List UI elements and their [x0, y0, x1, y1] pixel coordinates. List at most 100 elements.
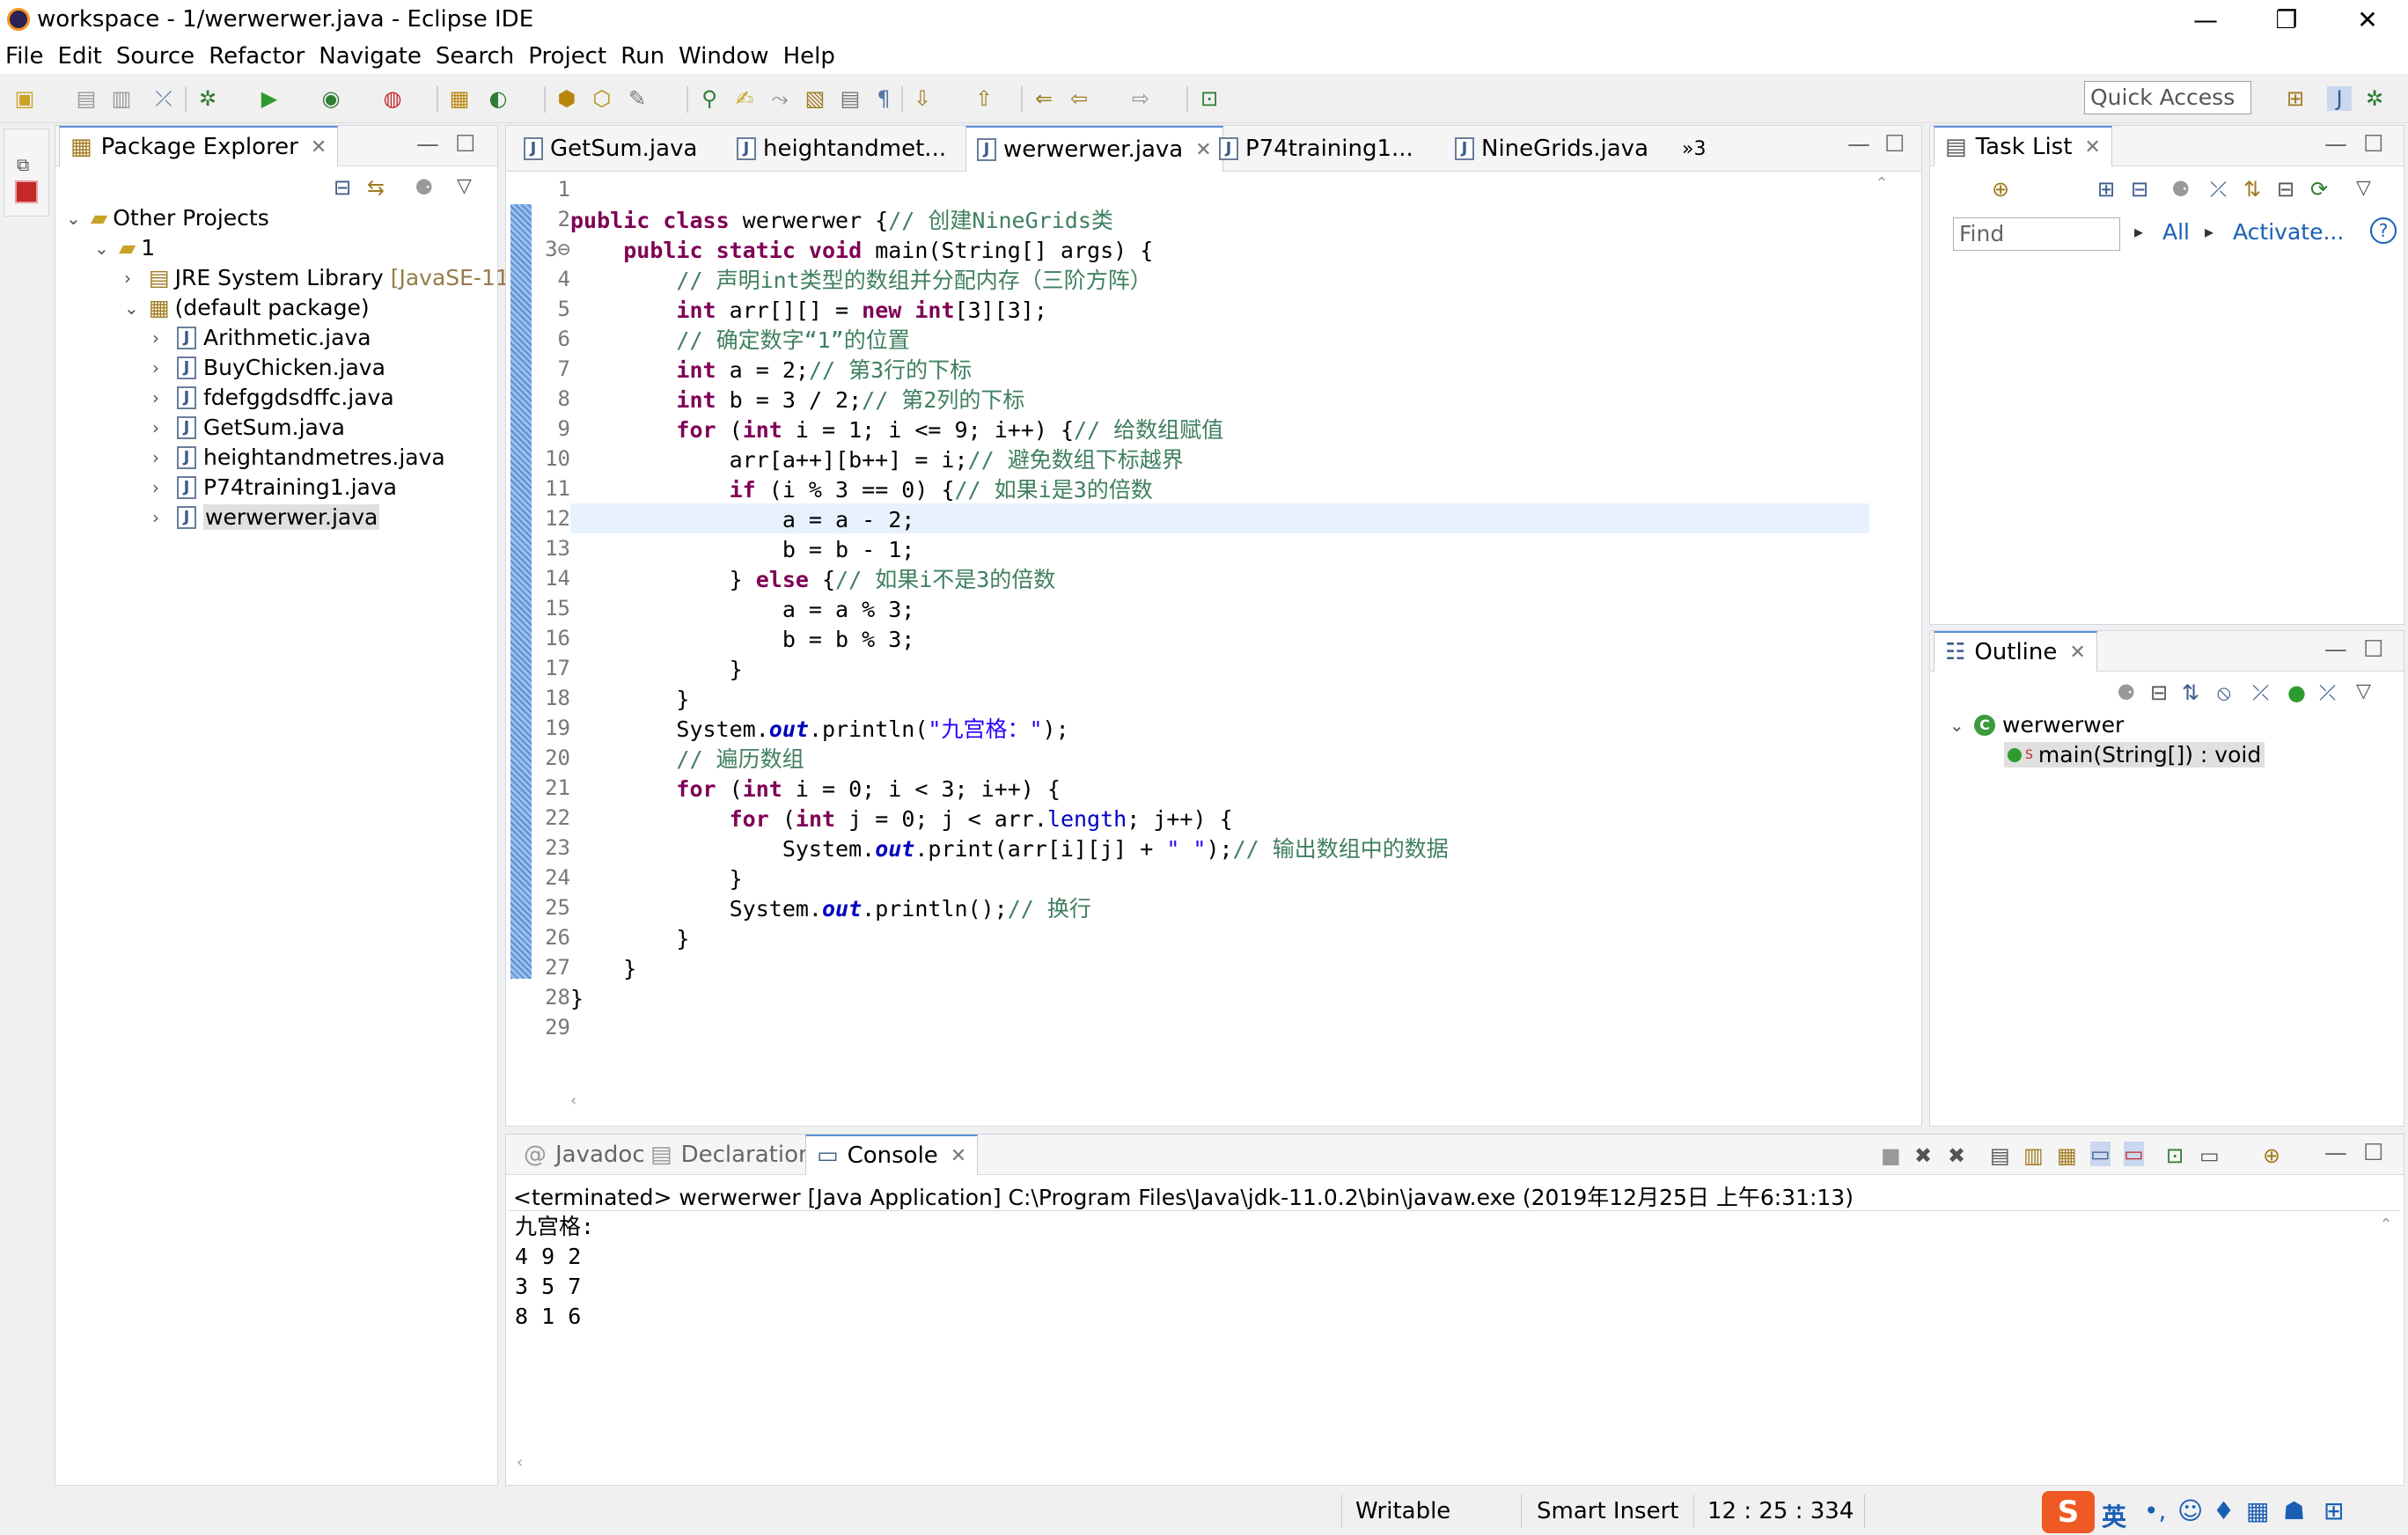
- minimize-view-icon[interactable]: —: [2324, 1140, 2347, 1166]
- sogou-ime-icon[interactable]: S: [2042, 1491, 2095, 1533]
- code-line[interactable]: for (int i = 1; i <= 9; i++) {// 给数组赋值: [570, 415, 1223, 445]
- clear-console-icon[interactable]: ▤: [1990, 1143, 2010, 1168]
- minimize-view-icon[interactable]: —: [416, 131, 439, 158]
- code-line[interactable]: }: [570, 864, 743, 894]
- pin-editor-icon[interactable]: ⊡: [1197, 86, 1222, 111]
- tab-ninegrids[interactable]: J NineGrids.java: [1444, 126, 1659, 172]
- code-line[interactable]: b = b - 1;: [570, 535, 915, 565]
- code-line[interactable]: // 遍历数组: [570, 745, 804, 775]
- run-icon[interactable]: ▶: [257, 86, 282, 111]
- coverage-icon[interactable]: ◉: [319, 86, 343, 111]
- maximize-view-icon[interactable]: ☐: [1884, 131, 1905, 158]
- horizontal-scrollbar[interactable]: ‹: [570, 1091, 1869, 1116]
- scheduled-icon[interactable]: ⊟: [2131, 177, 2148, 202]
- code-line[interactable]: b = b % 3;: [570, 625, 915, 655]
- code-line[interactable]: a = a - 2;: [570, 505, 915, 535]
- code-line[interactable]: }: [570, 655, 743, 685]
- menu-search[interactable]: Search: [436, 43, 514, 70]
- maximize-view-icon[interactable]: ☐: [2363, 1140, 2383, 1166]
- task-find-input[interactable]: Find: [1953, 217, 2120, 251]
- code-line[interactable]: System.out.print(arr[i][j] + " ");// 输出数…: [570, 834, 1449, 864]
- tab-outline[interactable]: ☷ Outline ✕: [1934, 631, 2097, 672]
- view-menu-icon[interactable]: ▽: [2356, 680, 2371, 702]
- tab-package-explorer[interactable]: ▦ Package Explorer ✕: [59, 126, 339, 166]
- code-line[interactable]: int arr[][] = new int[3][3];: [570, 296, 1046, 326]
- chevron-down-icon[interactable]: ⌄: [66, 208, 85, 229]
- chevron-right-icon[interactable]: ›: [152, 507, 172, 528]
- new-task-icon[interactable]: ⊕: [1992, 177, 2009, 202]
- code-line[interactable]: for (int j = 0; j < arr.length; j++) {: [570, 804, 1233, 834]
- pin-console-icon[interactable]: ⊡: [2166, 1143, 2184, 1168]
- punctuation-icon[interactable]: •,: [2144, 1496, 2166, 1525]
- maximize-view-icon[interactable]: ☐: [455, 131, 475, 158]
- hide-local-types-icon[interactable]: ⤫: [2319, 680, 2336, 705]
- show-on-error-icon[interactable]: ▭: [2124, 1142, 2144, 1166]
- chevron-right-icon[interactable]: ›: [152, 327, 172, 349]
- chevron-right-icon[interactable]: ›: [152, 387, 172, 408]
- tree-file-selected[interactable]: › Jwerwerwer.java: [152, 504, 380, 530]
- scroll-lock-icon[interactable]: ▥: [2023, 1143, 2044, 1168]
- code-line[interactable]: public static void main(String[] args) {: [570, 236, 1153, 266]
- minimize-view-icon[interactable]: —: [2324, 131, 2347, 158]
- open-type-icon[interactable]: ⬢: [554, 86, 579, 111]
- menu-run[interactable]: Run: [620, 43, 664, 70]
- debug-icon[interactable]: ✲: [195, 86, 220, 111]
- link-with-editor-icon[interactable]: ⇆: [367, 175, 385, 200]
- toolbox-icon[interactable]: ⊞: [2324, 1496, 2344, 1525]
- open-task-icon[interactable]: ⬡: [590, 86, 614, 111]
- tab-heightandmetres[interactable]: Jheightandmet...: [726, 126, 957, 172]
- code-line[interactable]: int b = 3 / 2;// 第2列的下标: [570, 386, 1024, 415]
- tab-overflow[interactable]: »3: [1671, 126, 1716, 172]
- chevron-down-icon[interactable]: ⌄: [1949, 715, 1969, 736]
- code-line[interactable]: // 声明int类型的数组并分配内存（三阶方阵）: [570, 266, 1151, 296]
- code-line[interactable]: }: [570, 685, 689, 715]
- open-perspective-icon[interactable]: ⊞: [2283, 86, 2308, 111]
- menu-help[interactable]: Help: [783, 43, 835, 70]
- tab-console[interactable]: ▭ Console ✕: [805, 1135, 979, 1175]
- outline-class[interactable]: ⌄ C werwerwer: [1949, 712, 2124, 738]
- ime-language[interactable]: 英: [2102, 1498, 2126, 1533]
- chevron-right-icon[interactable]: ›: [152, 417, 172, 438]
- tree-file[interactable]: › J Arithmetic.java: [152, 325, 371, 350]
- last-edit-icon[interactable]: ⇐: [1031, 86, 1056, 111]
- chevron-right-icon[interactable]: ›: [124, 268, 143, 289]
- view-menu-icon[interactable]: ▽: [2356, 177, 2371, 199]
- save-all-icon[interactable]: ▥: [109, 86, 134, 111]
- focus-icon[interactable]: ⚈: [2117, 680, 2136, 705]
- back-icon[interactable]: ⇦: [1067, 86, 1091, 111]
- minimize-button[interactable]: —: [2165, 0, 2246, 39]
- tab-task-list[interactable]: ▤ Task List ✕: [1934, 126, 2112, 166]
- block-selection-icon[interactable]: ▧: [803, 86, 827, 111]
- tree-file[interactable]: › J BuyChicken.java: [152, 355, 385, 380]
- toggle-breadcrumb-icon[interactable]: ⤳: [767, 86, 792, 111]
- chevron-down-icon[interactable]: ⌄: [124, 297, 143, 319]
- code-line[interactable]: }: [570, 954, 636, 984]
- code-line[interactable]: a = a % 3;: [570, 595, 915, 625]
- tree-file[interactable]: › Jfdefggdsdffc.java: [152, 385, 394, 410]
- code-line[interactable]: int a = 2;// 第3行的下标: [570, 356, 972, 386]
- focus-icon[interactable]: ⚈: [2171, 177, 2191, 202]
- code-line[interactable]: } else {// 如果i不是3的倍数: [570, 565, 1056, 595]
- word-wrap-icon[interactable]: ▤: [838, 86, 863, 111]
- sync-icon[interactable]: ⇅: [2243, 177, 2261, 202]
- code-line[interactable]: // 确定数字“1”的位置: [570, 326, 909, 356]
- external-tools-icon[interactable]: ◍: [380, 86, 405, 111]
- remove-launch-icon[interactable]: ✖: [1914, 1143, 1932, 1168]
- code-line[interactable]: }: [570, 924, 689, 954]
- console-output[interactable]: 九宫格: 4 9 2 3 5 7 8 1 6: [515, 1212, 2363, 1450]
- keyboard-icon[interactable]: ▦: [2246, 1496, 2269, 1525]
- save-icon[interactable]: ▤: [74, 86, 99, 111]
- hide-nonpublic-icon[interactable]: ●: [2287, 680, 2306, 705]
- collapse-all-icon[interactable]: ⊟: [334, 175, 351, 200]
- tree-file[interactable]: › Jheightandmetres.java: [152, 444, 445, 470]
- hide-fields-icon[interactable]: ⦸: [2217, 680, 2231, 705]
- collapse-all-icon[interactable]: ⊟: [2150, 680, 2168, 705]
- close-icon[interactable]: ✕: [951, 1145, 966, 1167]
- close-icon[interactable]: ✕: [2069, 642, 2085, 664]
- code-line[interactable]: System.out.println();// 换行: [570, 894, 1091, 924]
- maximize-button[interactable]: ❐: [2246, 0, 2327, 39]
- menu-source[interactable]: Source: [116, 43, 195, 70]
- code-line[interactable]: arr[a++][b++] = i;// 避免数组下标越界: [570, 445, 1184, 475]
- mark-occurrences-icon[interactable]: ⚲: [697, 86, 722, 111]
- microphone-icon[interactable]: ♦: [2213, 1496, 2235, 1525]
